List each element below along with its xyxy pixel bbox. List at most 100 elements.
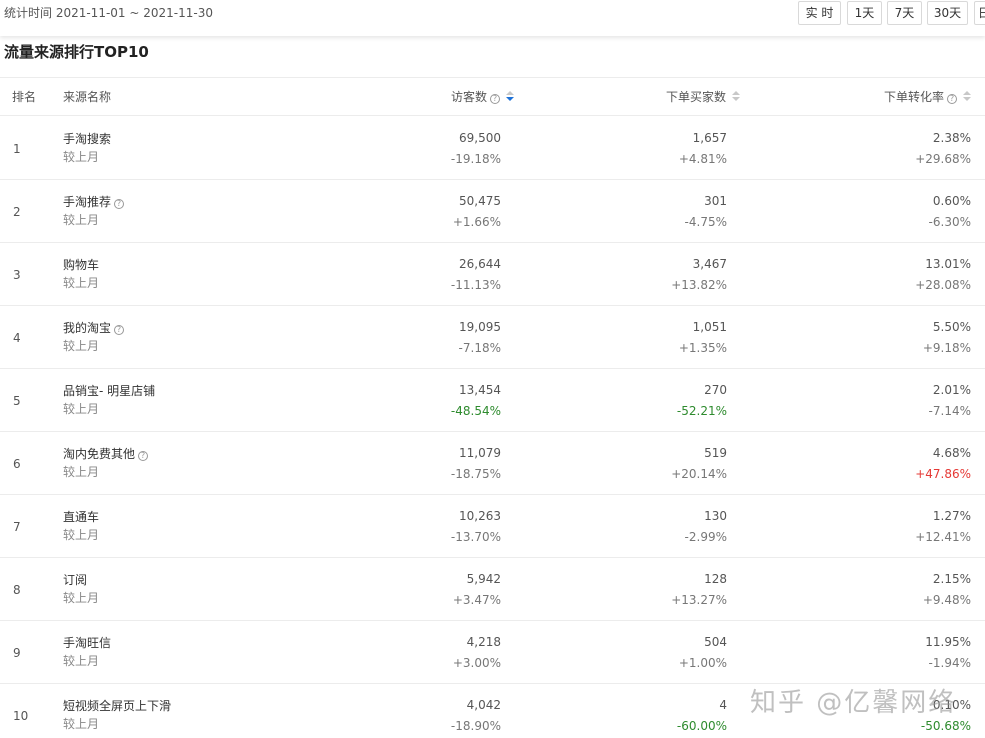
- compare-label: 较上月: [63, 717, 100, 731]
- table-body: 1 手淘搜索 较上月 69,500 -19.18% 1,657 +4.81% 2…: [0, 117, 985, 738]
- rate-value: 4.68%: [932, 446, 971, 460]
- rate-value: 2.15%: [932, 572, 971, 586]
- buyers-change: +1.35%: [678, 341, 727, 355]
- table-row[interactable]: 7 直通车 较上月 10,263 -13.70% 130 -2.99% 1.27…: [0, 495, 985, 558]
- compare-label: 较上月: [63, 591, 100, 605]
- buyers-value: 1,657: [692, 131, 727, 145]
- table-row[interactable]: 8 订阅 较上月 5,942 +3.47% 128 +13.27% 2.15% …: [0, 558, 985, 621]
- visitors-value: 5,942: [466, 572, 501, 586]
- column-header-rate[interactable]: 下单转化率?: [884, 90, 971, 104]
- help-icon[interactable]: ?: [138, 451, 149, 461]
- rate-change: -1.94%: [928, 656, 971, 670]
- rank: 10: [13, 709, 29, 723]
- rank: 8: [13, 583, 21, 597]
- visitors-change: -18.75%: [450, 467, 501, 481]
- range-day-button[interactable]: 日: [974, 1, 985, 25]
- buyers-change: +13.82%: [671, 278, 727, 292]
- table-row[interactable]: 3 购物车 较上月 26,644 -11.13% 3,467 +13.82% 1…: [0, 243, 985, 306]
- buyers-value: 128: [704, 572, 727, 586]
- source-name: 手淘搜索: [63, 132, 112, 146]
- buyers-change: -2.99%: [684, 530, 727, 544]
- visitors-change: +3.00%: [452, 656, 501, 670]
- rate-value: 0.10%: [932, 698, 971, 712]
- buyers-value: 504: [704, 635, 727, 649]
- compare-label: 较上月: [63, 654, 100, 668]
- rate-value: 2.38%: [932, 131, 971, 145]
- table-row[interactable]: 5 品销宝- 明星店铺 较上月 13,454 -48.54% 270 -52.2…: [0, 369, 985, 432]
- source-name: 淘内免费其他?: [63, 446, 149, 462]
- help-icon[interactable]: ?: [490, 94, 500, 104]
- rate-value: 11.95%: [925, 635, 971, 649]
- section-title: 流量来源排行TOP10: [4, 43, 149, 61]
- rank: 6: [13, 457, 21, 471]
- sort-icon[interactable]: [506, 91, 514, 103]
- help-icon[interactable]: ?: [114, 325, 125, 335]
- help-icon[interactable]: ?: [114, 199, 125, 209]
- rate-change: +28.08%: [915, 278, 971, 292]
- table-row[interactable]: 2 手淘推荐? 较上月 50,475 +1.66% 301 -4.75% 0.6…: [0, 180, 985, 243]
- source-name: 短视频全屏页上下滑: [63, 699, 172, 713]
- sort-icon[interactable]: [963, 91, 971, 103]
- table-row[interactable]: 4 我的淘宝? 较上月 19,095 -7.18% 1,051 +1.35% 5…: [0, 306, 985, 369]
- table-header: 排名 来源名称 访客数? 下单买家数 下单转化率?: [0, 78, 985, 116]
- buyers-value: 270: [704, 383, 727, 397]
- range-1-day-button[interactable]: 1天: [847, 1, 882, 25]
- rank: 7: [13, 520, 21, 534]
- rate-change: +9.48%: [922, 593, 971, 607]
- column-header-buyers[interactable]: 下单买家数: [666, 90, 740, 104]
- rate-change: -50.68%: [920, 719, 971, 733]
- rank: 5: [13, 394, 21, 408]
- buyers-change: +13.27%: [671, 593, 727, 607]
- rate-value: 13.01%: [925, 257, 971, 271]
- source-name: 直通车: [63, 510, 100, 524]
- rate-change: +12.41%: [915, 530, 971, 544]
- range-7-day-button[interactable]: 7天: [887, 1, 922, 25]
- visitors-value: 10,263: [459, 509, 501, 523]
- source-name: 手淘推荐?: [63, 194, 125, 210]
- table-row[interactable]: 9 手淘旺信 较上月 4,218 +3.00% 504 +1.00% 11.95…: [0, 621, 985, 684]
- visitors-change: -11.13%: [450, 278, 501, 292]
- rate-change: -6.30%: [928, 215, 971, 229]
- visitors-value: 69,500: [459, 131, 501, 145]
- table-row[interactable]: 1 手淘搜索 较上月 69,500 -19.18% 1,657 +4.81% 2…: [0, 117, 985, 180]
- realtime-button[interactable]: 实 时: [798, 1, 841, 25]
- visitors-change: +1.66%: [452, 215, 501, 229]
- rate-change: +29.68%: [915, 152, 971, 166]
- range-30-day-button[interactable]: 30天: [927, 1, 968, 25]
- column-header-visitors[interactable]: 访客数?: [451, 90, 514, 104]
- compare-label: 较上月: [63, 465, 100, 479]
- visitors-change: -19.18%: [450, 152, 501, 166]
- visitors-change: -7.18%: [458, 341, 501, 355]
- source-name: 我的淘宝?: [63, 320, 125, 336]
- buyers-change: +4.81%: [678, 152, 727, 166]
- compare-label: 较上月: [63, 213, 100, 227]
- column-header-rank: 排名: [12, 90, 37, 104]
- buyers-value: 301: [704, 194, 727, 208]
- rate-change: +9.18%: [922, 341, 971, 355]
- buyers-change: +1.00%: [678, 656, 727, 670]
- rate-change: +47.86%: [915, 467, 971, 481]
- column-header-name: 来源名称: [63, 90, 112, 104]
- sort-icon[interactable]: [732, 91, 740, 103]
- help-icon[interactable]: ?: [947, 94, 957, 104]
- visitors-value: 50,475: [459, 194, 501, 208]
- compare-label: 较上月: [63, 339, 100, 353]
- compare-label: 较上月: [63, 402, 100, 416]
- visitors-value: 11,079: [459, 446, 501, 460]
- buyers-change: -4.75%: [684, 215, 727, 229]
- visitors-value: 26,644: [459, 257, 501, 271]
- rank: 3: [13, 268, 21, 282]
- rank: 2: [13, 205, 21, 219]
- table-row[interactable]: 10 短视频全屏页上下滑 较上月 4,042 -18.90% 4 -60.00%…: [0, 684, 985, 738]
- rank: 9: [13, 646, 21, 660]
- compare-label: 较上月: [63, 276, 100, 290]
- rank: 4: [13, 331, 21, 345]
- rate-change: -7.14%: [928, 404, 971, 418]
- source-name: 品销宝- 明星店铺: [63, 384, 156, 398]
- top-toolbar: 统计时间 2021-11-01 ~ 2021-11-30 实 时 1天 7天 3…: [0, 0, 985, 36]
- visitors-value: 19,095: [459, 320, 501, 334]
- compare-label: 较上月: [63, 528, 100, 542]
- visitors-change: -13.70%: [450, 530, 501, 544]
- visitors-value: 13,454: [459, 383, 501, 397]
- table-row[interactable]: 6 淘内免费其他? 较上月 11,079 -18.75% 519 +20.14%…: [0, 432, 985, 495]
